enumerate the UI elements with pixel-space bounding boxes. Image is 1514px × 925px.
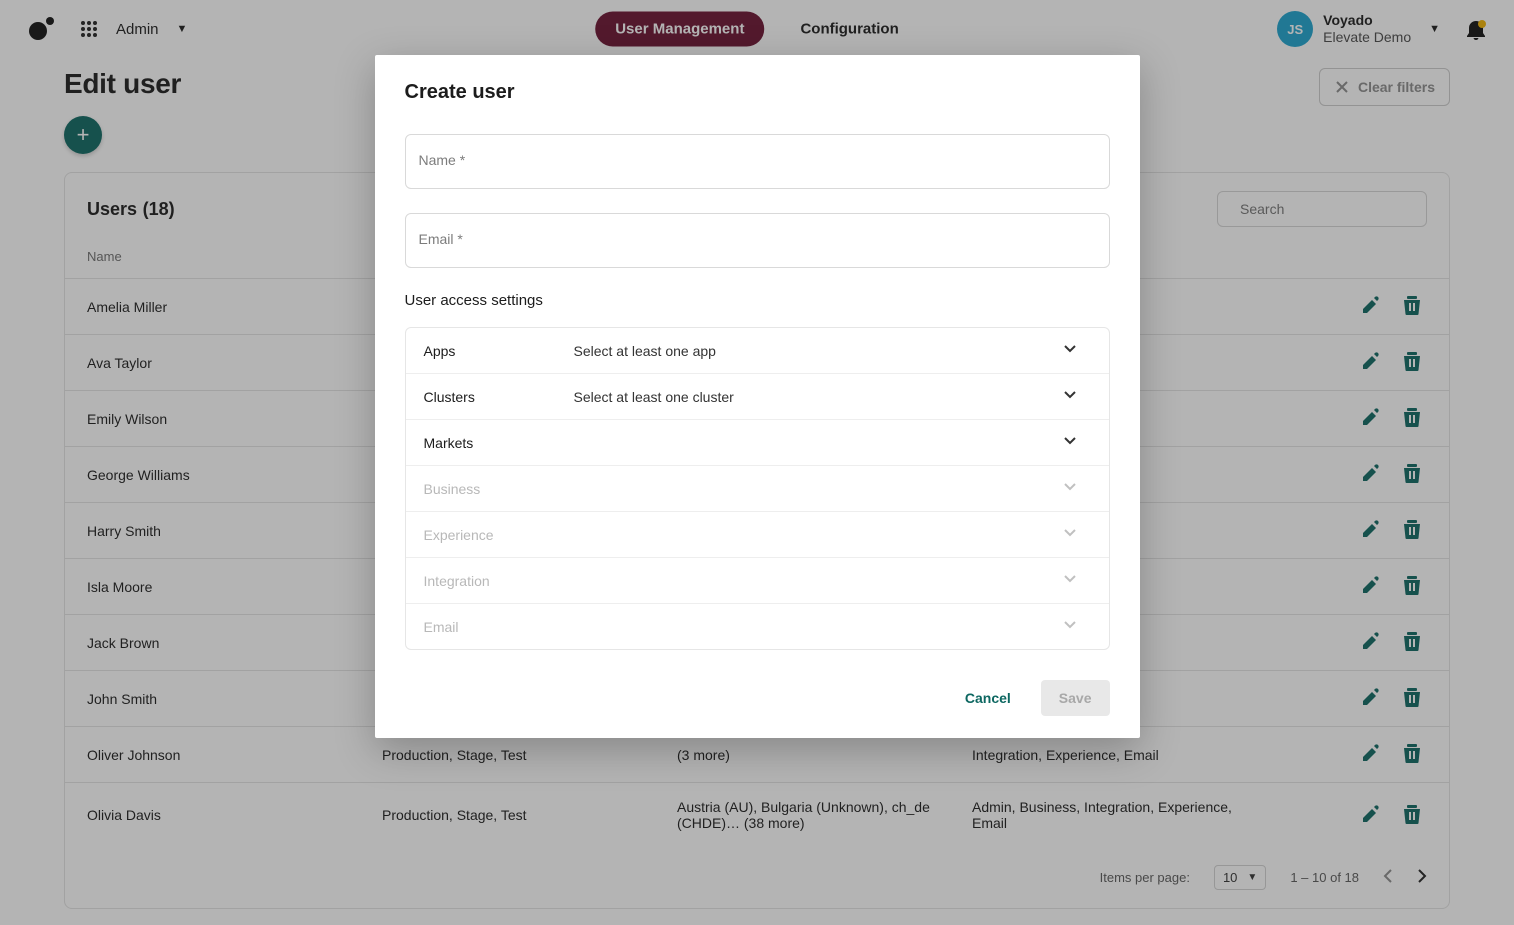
access-heading: User access settings xyxy=(405,292,1110,309)
acc-label: Experience xyxy=(424,527,574,543)
acc-label: Apps xyxy=(424,343,574,359)
acc-item-email: Email xyxy=(406,604,1109,649)
chevron-down-icon xyxy=(1063,572,1091,589)
acc-label: Integration xyxy=(424,573,574,589)
save-button[interactable]: Save xyxy=(1041,680,1110,716)
acc-item-apps[interactable]: AppsSelect at least one app xyxy=(406,328,1109,374)
chevron-down-icon xyxy=(1063,342,1091,359)
chevron-down-icon xyxy=(1063,434,1091,451)
acc-item-business: Business xyxy=(406,466,1109,512)
acc-item-markets[interactable]: Markets xyxy=(406,420,1109,466)
email-field[interactable] xyxy=(405,213,1110,268)
acc-label: Markets xyxy=(424,435,574,451)
create-user-modal: Create user Name * Email * User access s… xyxy=(375,55,1140,738)
access-accordion: AppsSelect at least one appClustersSelec… xyxy=(405,327,1110,650)
acc-value: Select at least one cluster xyxy=(574,389,1063,405)
chevron-down-icon xyxy=(1063,526,1091,543)
chevron-down-icon xyxy=(1063,480,1091,497)
chevron-down-icon xyxy=(1063,618,1091,635)
cancel-button[interactable]: Cancel xyxy=(959,680,1017,716)
acc-item-integration: Integration xyxy=(406,558,1109,604)
acc-value: Select at least one app xyxy=(574,343,1063,359)
acc-label: Clusters xyxy=(424,389,574,405)
chevron-down-icon xyxy=(1063,388,1091,405)
acc-label: Email xyxy=(424,619,574,635)
acc-item-experience: Experience xyxy=(406,512,1109,558)
modal-overlay: Create user Name * Email * User access s… xyxy=(0,0,1514,925)
acc-item-clusters[interactable]: ClustersSelect at least one cluster xyxy=(406,374,1109,420)
acc-label: Business xyxy=(424,481,574,497)
name-field[interactable] xyxy=(405,134,1110,189)
modal-title: Create user xyxy=(405,81,1110,104)
